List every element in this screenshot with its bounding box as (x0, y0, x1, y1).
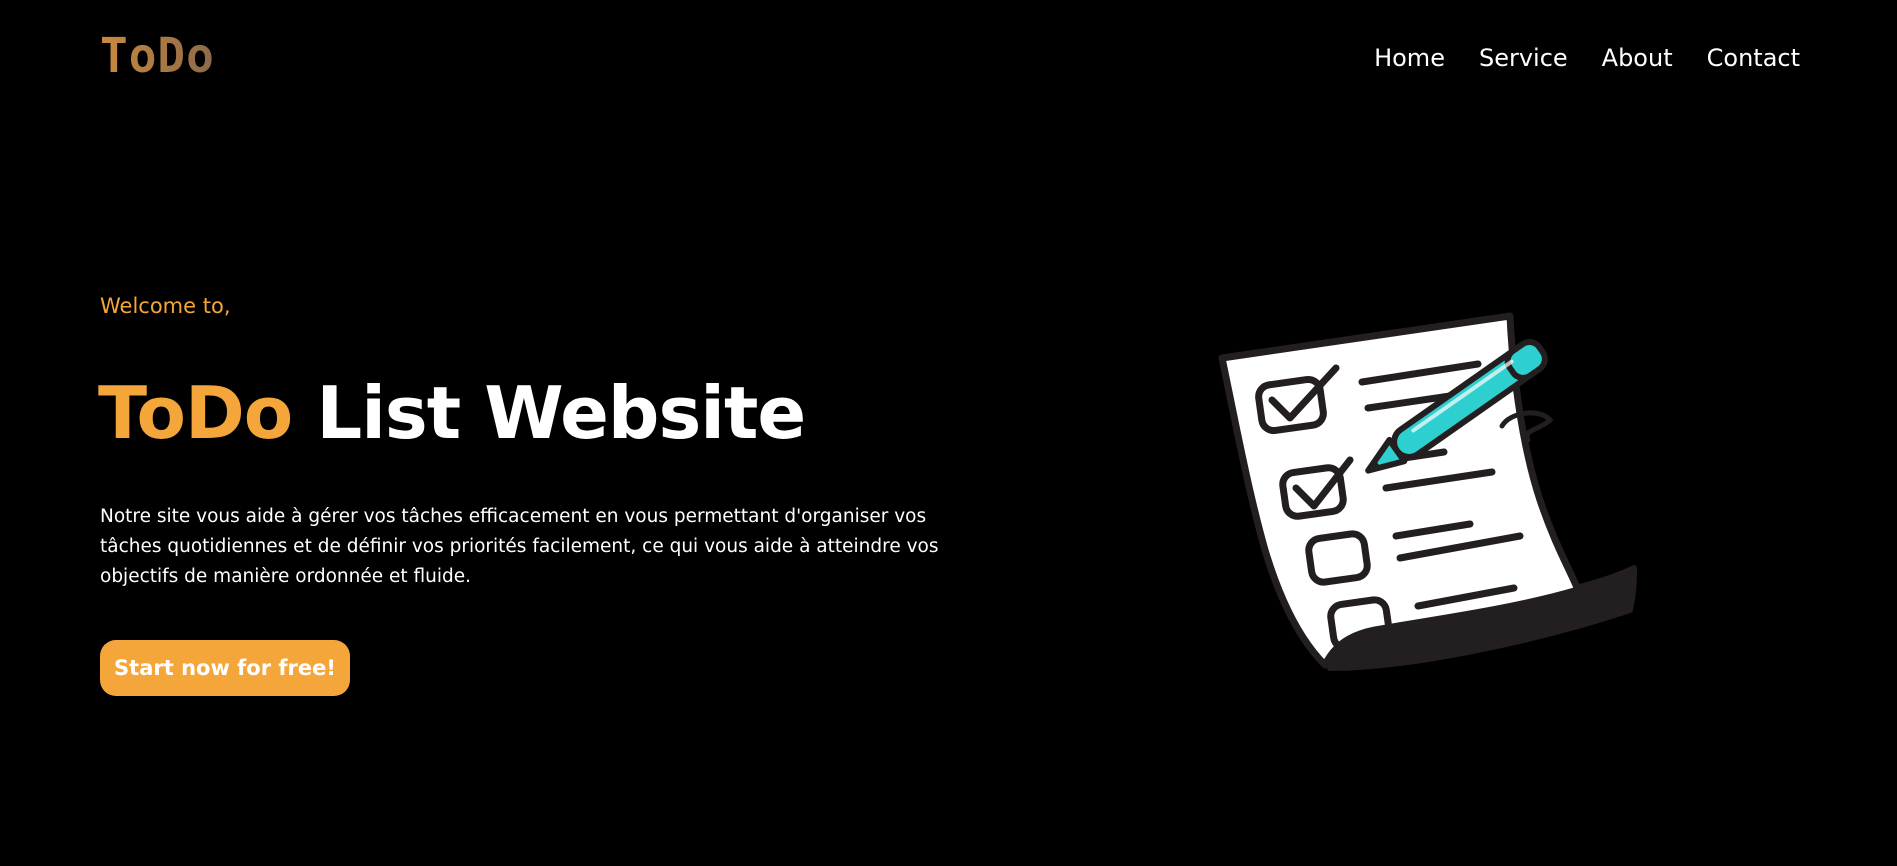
page: ToDo Home Service About Contact Welcome … (0, 0, 1897, 866)
hero-description: Notre site vous aide à gérer vos tâches … (100, 506, 939, 587)
hero-title-accent: ToDo (98, 371, 293, 455)
start-now-button[interactable]: Start now for free! (100, 640, 350, 696)
site-logo[interactable]: ToDo (100, 31, 215, 79)
main-nav: Home Service About Contact (1374, 44, 1800, 73)
hero-title: ToDo List Website (98, 371, 806, 455)
hero-title-rest: List Website (292, 371, 806, 455)
welcome-text: Welcome to, (100, 294, 231, 318)
nav-link-about[interactable]: About (1602, 44, 1673, 73)
checklist-with-pen-icon (1218, 312, 1637, 671)
nav-link-contact[interactable]: Contact (1707, 44, 1800, 73)
nav-link-service[interactable]: Service (1479, 44, 1568, 73)
nav-link-home[interactable]: Home (1374, 44, 1445, 73)
